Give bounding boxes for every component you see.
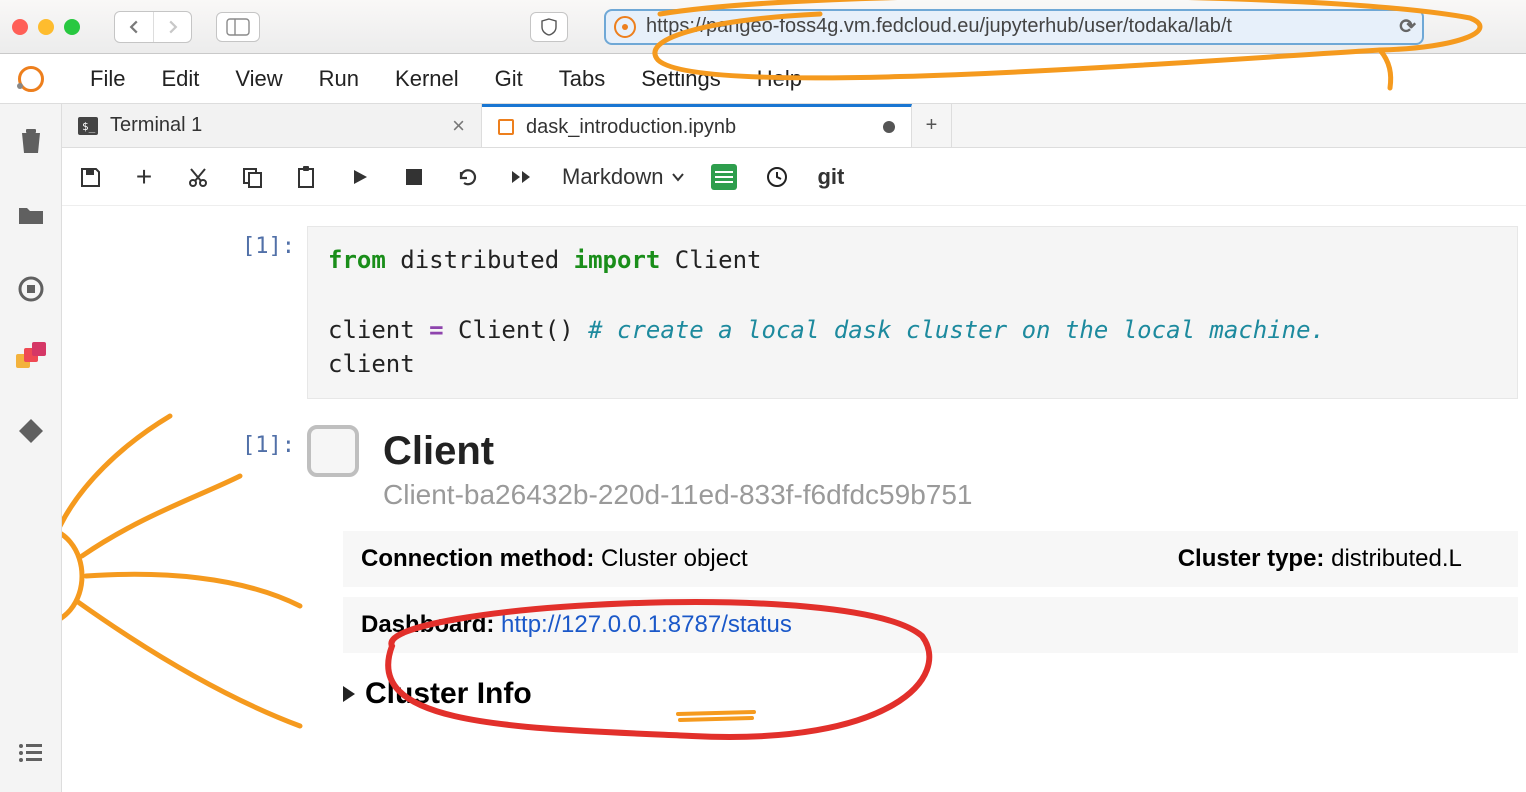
address-bar[interactable]: https://pangeo-foss4g.vm.fedcloud.eu/jup… xyxy=(604,9,1424,45)
code-text: client xyxy=(328,316,429,344)
trash-icon[interactable] xyxy=(16,126,46,156)
forward-button[interactable] xyxy=(153,12,191,42)
menu-tabs[interactable]: Tabs xyxy=(541,66,623,92)
tab-label: dask_introduction.ipynb xyxy=(526,116,736,139)
client-details-row: Connection method: Cluster object Cluste… xyxy=(343,531,1518,587)
fast-forward-icon[interactable] xyxy=(508,163,536,191)
code-kw: import xyxy=(574,246,661,274)
folder-icon[interactable] xyxy=(16,200,46,230)
menu-help[interactable]: Help xyxy=(739,66,820,92)
menu-file[interactable]: File xyxy=(72,66,143,92)
menu-settings[interactable]: Settings xyxy=(623,66,739,92)
toc-icon[interactable] xyxy=(16,738,46,768)
menu-kernel[interactable]: Kernel xyxy=(377,66,477,92)
type-label: Cluster type: xyxy=(1178,545,1325,572)
unsaved-dot-icon xyxy=(883,121,895,133)
menu-view[interactable]: View xyxy=(217,66,300,92)
zoom-window-icon[interactable] xyxy=(64,19,80,35)
terminal-icon: $_ xyxy=(78,117,98,135)
cut-icon[interactable] xyxy=(184,163,212,191)
conn-value: Cluster object xyxy=(594,545,747,572)
chevron-down-icon xyxy=(671,172,685,182)
git-toolbar-label[interactable]: git xyxy=(817,164,844,190)
notebook-icon xyxy=(498,119,514,135)
activity-bar xyxy=(0,104,62,792)
tab-notebook[interactable]: dask_introduction.ipynb xyxy=(482,104,912,147)
dask-extension-icon[interactable] xyxy=(16,348,46,372)
code-op: = xyxy=(429,316,443,344)
minimize-window-icon[interactable] xyxy=(38,19,54,35)
triangle-right-icon xyxy=(343,686,355,702)
code-text: distributed xyxy=(386,246,574,274)
conn-label: Connection method: xyxy=(361,545,594,572)
render-markdown-icon[interactable] xyxy=(711,164,737,190)
run-icon[interactable] xyxy=(346,163,374,191)
cluster-info-label: Cluster Info xyxy=(365,677,532,711)
output-area: Client Client-ba26432b-220d-11ed-833f-f6… xyxy=(307,425,1526,711)
stop-icon[interactable] xyxy=(400,163,428,191)
notebook-toolbar: + Markdown git xyxy=(62,148,1526,206)
sidebar-toggle-button[interactable] xyxy=(216,12,260,42)
menu-git[interactable]: Git xyxy=(477,66,541,92)
close-window-icon[interactable] xyxy=(12,19,28,35)
client-cube-icon[interactable] xyxy=(307,425,359,477)
output-prompt: [1]: xyxy=(62,425,307,458)
cell-type-label: Markdown xyxy=(562,164,663,190)
svg-text:$_: $_ xyxy=(82,120,96,133)
browser-nav-buttons xyxy=(114,11,192,43)
close-tab-icon[interactable]: × xyxy=(452,113,465,139)
new-tab-button[interactable]: + xyxy=(912,104,952,147)
save-icon[interactable] xyxy=(76,163,104,191)
cluster-info-toggle[interactable]: Cluster Info xyxy=(343,677,1518,711)
running-icon[interactable] xyxy=(16,274,46,304)
menu-edit[interactable]: Edit xyxy=(143,66,217,92)
menu-run[interactable]: Run xyxy=(301,66,377,92)
url-text: https://pangeo-foss4g.vm.fedcloud.eu/jup… xyxy=(646,15,1232,38)
reload-icon[interactable]: ⟳ xyxy=(1399,14,1416,39)
git-icon[interactable] xyxy=(16,416,46,446)
back-button[interactable] xyxy=(115,12,153,42)
input-prompt: [1]: xyxy=(62,226,307,259)
client-id: Client-ba26432b-220d-11ed-833f-f6dfdc59b… xyxy=(383,479,1518,511)
clock-icon[interactable] xyxy=(763,163,791,191)
code-text: Client() xyxy=(444,316,589,344)
tab-terminal[interactable]: $_ Terminal 1 × xyxy=(62,104,482,147)
cell-type-select[interactable]: Markdown xyxy=(562,164,685,190)
tab-label: Terminal 1 xyxy=(110,114,202,137)
dashboard-label: Dashboard: xyxy=(361,611,501,638)
jupyter-logo-icon xyxy=(8,56,54,102)
code-kw: from xyxy=(328,246,386,274)
restart-icon[interactable] xyxy=(454,163,482,191)
code-text: Client xyxy=(660,246,761,274)
code-comment: # create a local dask cluster on the loc… xyxy=(588,316,1325,344)
paste-icon[interactable] xyxy=(292,163,320,191)
tab-strip: $_ Terminal 1 × dask_introduction.ipynb … xyxy=(62,104,1526,148)
privacy-shield-button[interactable] xyxy=(530,12,568,42)
site-favicon-icon xyxy=(614,16,636,38)
type-value: distributed.L xyxy=(1324,545,1461,572)
code-text: client xyxy=(328,350,415,378)
code-cell[interactable]: from distributed import Client client = C… xyxy=(307,226,1518,399)
dashboard-link[interactable]: http://127.0.0.1:8787/status xyxy=(501,611,792,638)
copy-icon[interactable] xyxy=(238,163,266,191)
client-title: Client xyxy=(383,429,494,474)
add-cell-icon[interactable]: + xyxy=(130,163,158,191)
dashboard-row: Dashboard: http://127.0.0.1:8787/status xyxy=(343,597,1518,653)
jupyter-menu-bar: File Edit View Run Kernel Git Tabs Setti… xyxy=(0,54,1526,104)
window-traffic-lights xyxy=(12,19,80,35)
